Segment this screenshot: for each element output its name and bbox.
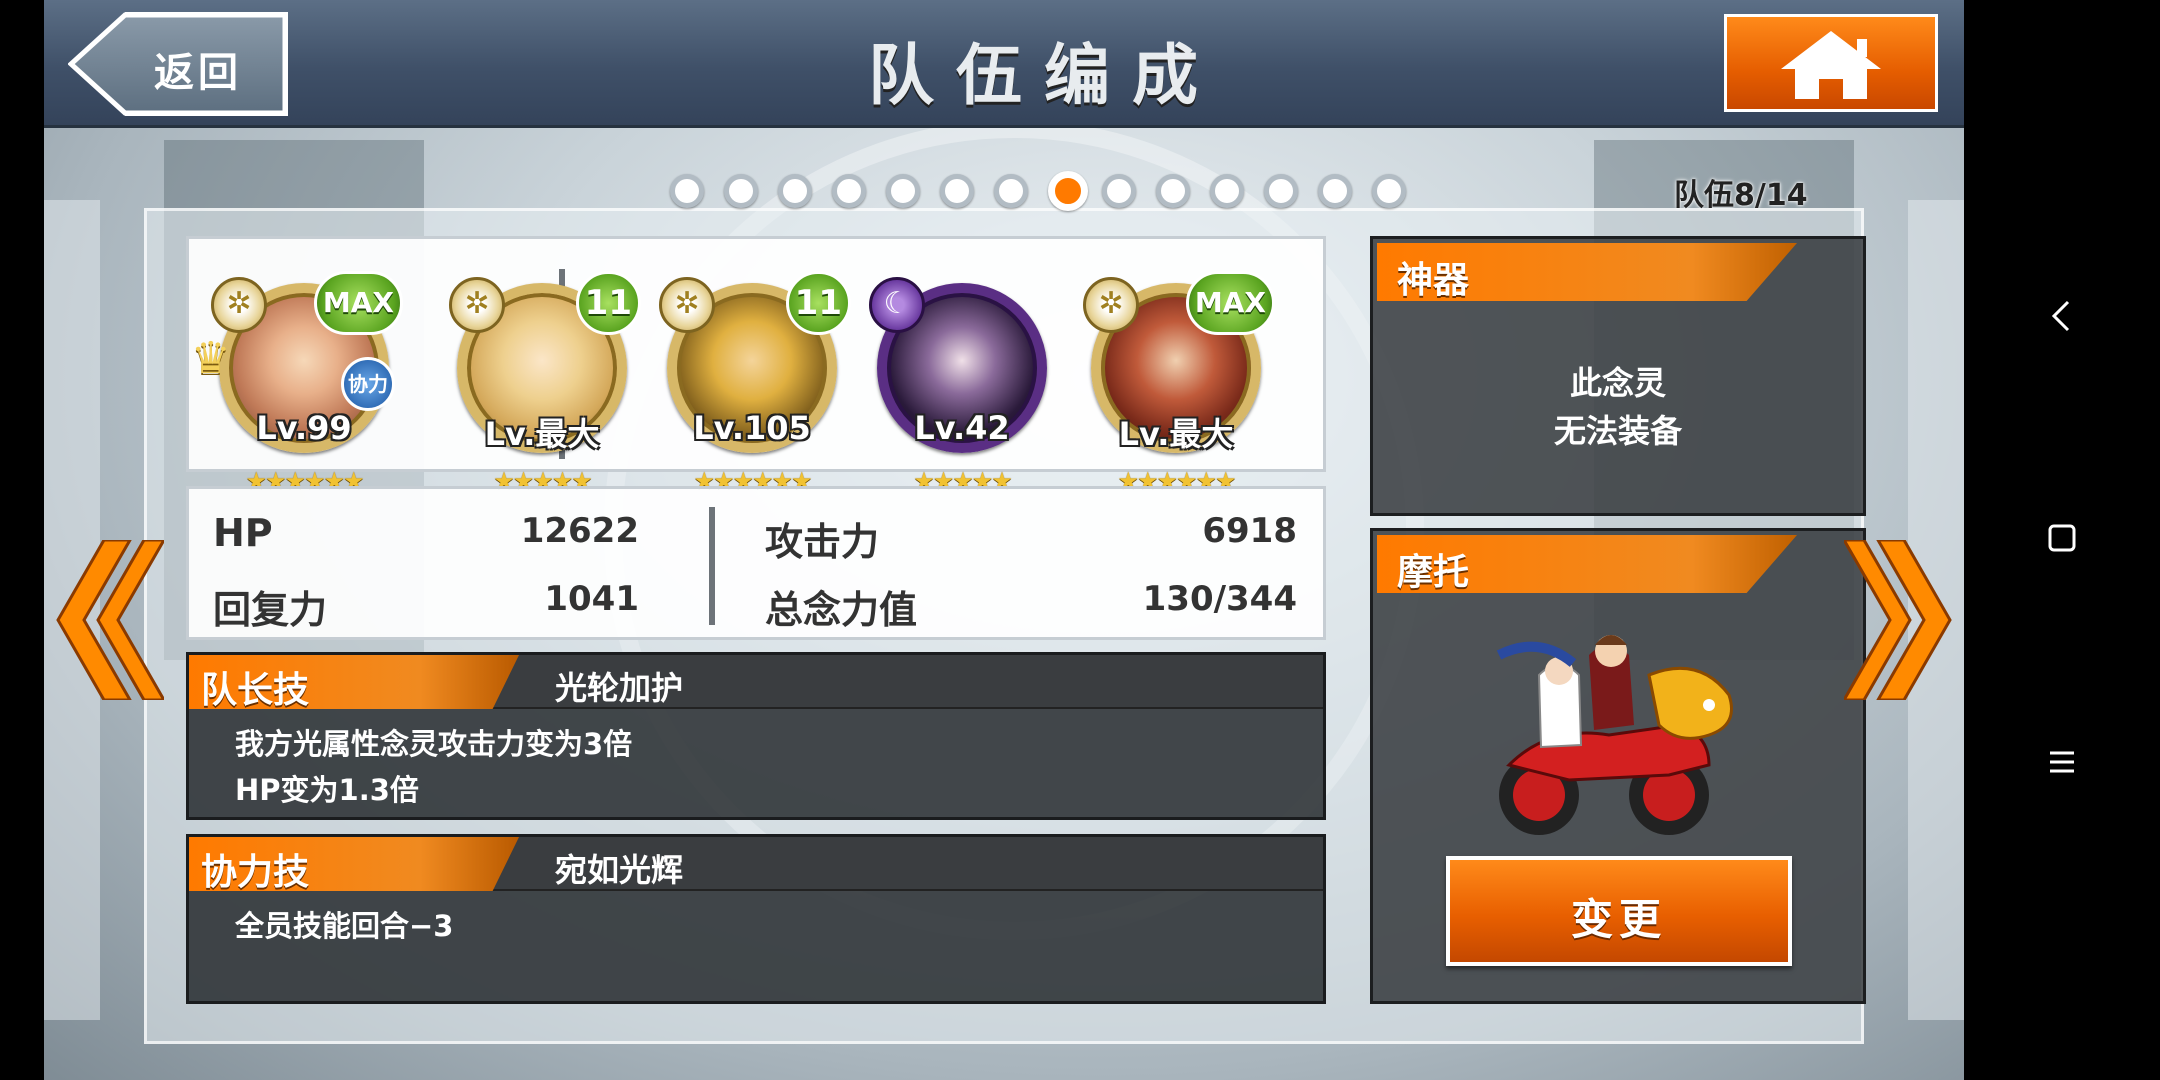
skill-header: 队长技 光轮加护 <box>189 655 1323 709</box>
team-member-1[interactable]: ✲ MAX ♛ 协力 Lv.99 ★★★★★★ <box>191 271 403 495</box>
previous-team-arrow-icon[interactable] <box>44 540 164 700</box>
pager-dot[interactable] <box>670 174 704 208</box>
light-element-icon: ✲ <box>211 277 267 333</box>
screen: 返回 队伍编成 队伍8/14 ✲ MAX ♛ 协力 Lv.99 ★★★★★★ ✲ <box>0 0 2160 1080</box>
team-counter: 队伍8/14 <box>1674 178 1808 213</box>
assist-skill-desc-line1: 全员技能回合−3 <box>235 909 454 943</box>
assist-skill-name: 宛如光辉 <box>555 851 684 889</box>
artifact-panel[interactable]: 神器 此念灵 无法装备 <box>1370 236 1866 516</box>
team-member-3[interactable]: ✲ 11 Lv.105 ★★★★★★ <box>657 271 851 495</box>
pager-dot[interactable] <box>1048 171 1088 211</box>
team-member-5[interactable]: ✲ MAX Lv.最大 ★★★★★★ <box>1081 271 1275 495</box>
dark-element-icon: ☾ <box>869 277 925 333</box>
attack-value: 6918 <box>1202 511 1297 551</box>
change-motorcycle-button[interactable]: 变更 <box>1446 856 1792 966</box>
member-level: Lv.99 <box>256 409 352 447</box>
assist-skill-tab-label: 协力技 <box>201 852 310 893</box>
member-level: Lv.42 <box>914 409 1010 447</box>
back-button[interactable]: 返回 <box>68 12 288 116</box>
level-badge: 11 <box>785 271 851 335</box>
pager-dot[interactable] <box>778 174 812 208</box>
nav-home-icon[interactable] <box>2042 518 2082 558</box>
hp-value: 12622 <box>520 511 639 551</box>
member-level: Lv.最大 <box>484 415 600 453</box>
page-title: 队伍编成 <box>868 37 1220 114</box>
pager-dot[interactable] <box>1372 174 1406 208</box>
leader-skill-box: 队长技 光轮加护 我方光属性念灵攻击力变为3倍 HP变为1.3倍 <box>186 652 1326 820</box>
pager-dot[interactable] <box>724 174 758 208</box>
member-level: Lv.最大 <box>1118 415 1234 453</box>
leader-skill-desc-line1: 我方光属性念灵攻击力变为3倍 <box>235 727 633 761</box>
pager-dot[interactable] <box>1102 174 1136 208</box>
motorcycle-title: 摩托 <box>1397 552 1470 593</box>
team-stats-box: HP 12622 回复力 1041 攻击力 6918 总念力值 130/344 <box>186 486 1326 640</box>
pager-dot[interactable] <box>1318 174 1352 208</box>
skill-tab: 队长技 <box>189 655 519 709</box>
attack-label: 攻击力 <box>765 520 880 564</box>
member-level: Lv.105 <box>693 409 811 447</box>
top-bar: 返回 队伍编成 <box>44 0 1964 128</box>
home-button[interactable] <box>1724 14 1938 112</box>
skill-header: 协力技 宛如光辉 <box>189 837 1323 891</box>
nav-back-icon[interactable] <box>2042 296 2082 336</box>
artifact-message-line2: 无法装备 <box>1553 412 1682 450</box>
game-view: 返回 队伍编成 队伍8/14 ✲ MAX ♛ 协力 Lv.99 ★★★★★★ ✲ <box>44 0 1964 1080</box>
total-power-label: 总念力值 <box>765 588 918 632</box>
pager-dot[interactable] <box>886 174 920 208</box>
system-nav-bar <box>1964 0 2160 1080</box>
total-power-value: 130/344 <box>1142 579 1297 619</box>
pager-dot[interactable] <box>1156 174 1190 208</box>
recovery-label: 回复力 <box>213 588 328 632</box>
team-member-2[interactable]: ✲ 11 Lv.最大 ★★★★★ <box>447 271 641 495</box>
leader-skill-tab-label: 队长技 <box>201 670 310 711</box>
skill-tab: 协力技 <box>189 837 519 891</box>
pager-dot[interactable] <box>1264 174 1298 208</box>
light-element-icon: ✲ <box>659 277 715 333</box>
change-button-label: 变更 <box>1570 895 1667 944</box>
nav-menu-icon[interactable] <box>2042 742 2082 782</box>
back-label: 返回 <box>154 50 242 96</box>
motorcycle-image <box>1496 635 1733 835</box>
recovery-value: 1041 <box>544 579 639 619</box>
home-icon <box>1781 31 1881 99</box>
level-badge: 11 <box>575 271 641 335</box>
leader-skill-name: 光轮加护 <box>555 669 684 707</box>
assist-badge: 协力 <box>341 357 395 411</box>
pager-dot[interactable] <box>994 174 1028 208</box>
artifact-header: 神器 <box>1377 243 1797 301</box>
artifact-title: 神器 <box>1397 260 1470 301</box>
hp-label: HP <box>213 511 273 555</box>
team-members-box: ✲ MAX ♛ 协力 Lv.99 ★★★★★★ ✲ 11 Lv.最大 ★★★★★… <box>186 236 1326 495</box>
level-badge: MAX <box>1185 271 1275 335</box>
light-element-icon: ✲ <box>1083 277 1139 333</box>
artifact-message: 此念灵 无法装备 <box>1373 359 1863 455</box>
team-member-4[interactable]: ☾ Lv.42 ★★★★★ <box>867 277 1057 495</box>
next-team-arrow-icon[interactable] <box>1844 540 1964 700</box>
pager-dot[interactable] <box>1210 174 1244 208</box>
light-element-icon: ✲ <box>449 277 505 333</box>
stats-divider <box>709 507 715 625</box>
artifact-message-line1: 此念灵 <box>1569 364 1666 402</box>
level-badge: MAX <box>313 271 403 335</box>
assist-skill-box: 协力技 宛如光辉 全员技能回合−3 <box>186 834 1326 1004</box>
motorcycle-header: 摩托 <box>1377 535 1797 593</box>
leader-skill-desc-line2: HP变为1.3倍 <box>235 773 419 807</box>
pager-dot[interactable] <box>832 174 866 208</box>
pager-dot[interactable] <box>940 174 974 208</box>
leader-crown-icon: ♛ <box>191 333 231 384</box>
